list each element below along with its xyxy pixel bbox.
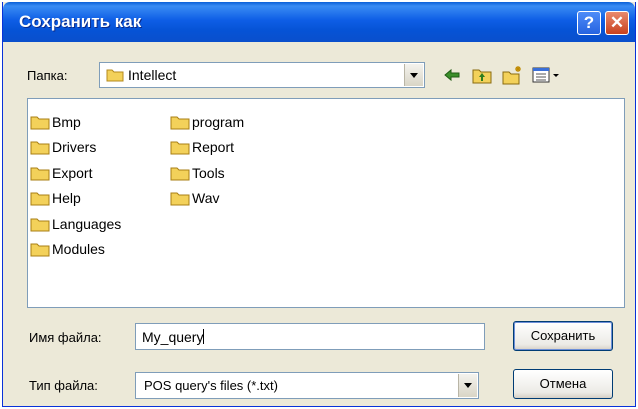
folder-icon <box>30 192 50 206</box>
new-folder-icon[interactable] <box>501 64 523 86</box>
folder-item[interactable]: Tools <box>170 160 244 186</box>
folder-item-label: Bmp <box>52 113 81 130</box>
folder-item-label: Tools <box>192 164 225 181</box>
filetype-dropdown-arrow[interactable] <box>458 374 477 397</box>
view-menu-icon[interactable] <box>531 64 561 86</box>
cancel-button[interactable]: Отмена <box>513 369 613 399</box>
filetype-label: Тип файла: <box>29 378 98 393</box>
text-caret <box>203 329 205 344</box>
folder-item[interactable]: program <box>170 109 244 135</box>
folder-item[interactable]: Export <box>30 160 121 186</box>
folder-icon <box>30 167 50 181</box>
file-list[interactable]: Bmp Drivers Export Help Languages Modules pro… <box>27 98 625 308</box>
title-bar[interactable]: Сохранить как ? ✕ <box>3 2 635 42</box>
folder-icon <box>30 116 50 130</box>
filename-input[interactable]: My_query <box>135 323 485 350</box>
folder-icon <box>170 167 190 181</box>
current-folder: Intellect <box>128 67 177 83</box>
folder-item[interactable]: Report <box>170 135 244 161</box>
save-button[interactable]: Сохранить <box>513 321 613 351</box>
folder-item[interactable]: Modules <box>30 237 121 263</box>
close-button[interactable]: ✕ <box>605 11 629 35</box>
folder-item-label: Drivers <box>52 139 97 156</box>
folder-icon <box>170 141 190 155</box>
folder-item-label: Report <box>192 139 235 156</box>
folder-icon <box>30 218 50 232</box>
folder-item-label: program <box>192 113 245 130</box>
folder-item-label: Wav <box>192 190 220 207</box>
folder-icon <box>170 116 190 130</box>
folder-dropdown-arrow[interactable] <box>404 64 423 86</box>
file-column-1: Bmp Drivers Export Help Languages Modules <box>30 109 121 262</box>
folder-icon <box>170 192 190 206</box>
filetype-value: POS query's files (*.txt) <box>144 378 278 393</box>
folder-item-label: Export <box>52 164 93 181</box>
folder-item[interactable]: Drivers <box>30 135 121 161</box>
folder-item[interactable]: Languages <box>30 211 121 237</box>
filetype-dropdown[interactable]: POS query's files (*.txt) <box>135 372 479 399</box>
up-folder-icon[interactable] <box>471 64 493 86</box>
filename-value: My_query <box>142 329 204 345</box>
filename-label: Имя файла: <box>29 330 102 345</box>
folder-dropdown[interactable]: Intellect <box>99 62 425 88</box>
folder-icon <box>30 243 50 257</box>
folder-item[interactable]: Bmp <box>30 109 121 135</box>
save-as-dialog: Сохранить как ? ✕ Папка: Intellect Bmp Dr… <box>2 2 636 407</box>
window-title: Сохранить как <box>19 12 142 31</box>
folder-item[interactable]: Help <box>30 186 121 212</box>
file-column-2: program Report Tools Wav <box>170 109 244 211</box>
back-arrow-icon[interactable] <box>441 64 463 86</box>
folder-icon <box>30 141 50 155</box>
folder-item-label: Help <box>52 190 81 207</box>
folder-label: Папка: <box>27 68 68 83</box>
help-button[interactable]: ? <box>577 11 601 35</box>
folder-icon <box>106 69 124 82</box>
folder-item-label: Languages <box>52 215 122 232</box>
folder-item[interactable]: Wav <box>170 186 244 212</box>
folder-item-label: Modules <box>52 241 105 258</box>
